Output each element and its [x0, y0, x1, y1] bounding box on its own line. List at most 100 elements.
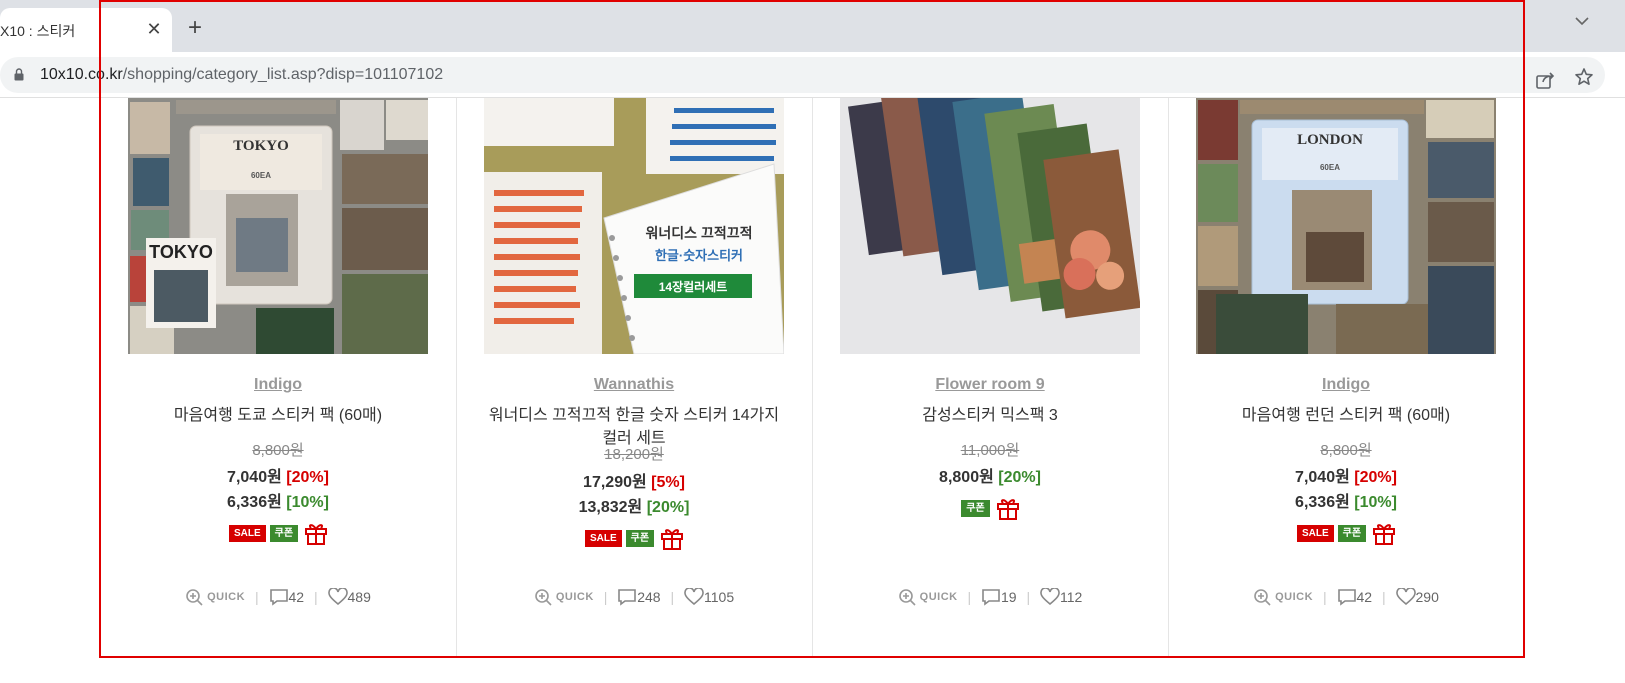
gift-icon [661, 529, 684, 550]
product-name[interactable]: 감성스티커 믹스팩 3 [840, 404, 1140, 427]
quick-view-button[interactable]: QUICK [898, 588, 958, 607]
zoom-icon [1254, 589, 1271, 607]
omnibox[interactable]: 10x10.co.kr/shopping/category_list.asp?d… [0, 57, 1605, 93]
like-count-value: 290 [1415, 589, 1439, 606]
product-name[interactable]: 마음여행 도쿄 스티커 팩 (60매) [128, 404, 428, 427]
sale-price: 7,040원 [20%] [1168, 463, 1524, 487]
product-meta: QUICK | 248 | 1105 [456, 588, 812, 607]
coupon-badge: 쿠폰 [269, 524, 299, 542]
coupon-price: 6,336원 [10%] [1168, 488, 1524, 512]
product-card: TOKYO 60EA TOKYO Indigo 마음여행 도쿄 스티커 팩 (6… [100, 98, 456, 658]
browser-tab-active[interactable]: X10 : 스티커 ✕ [0, 8, 172, 52]
like-count[interactable]: 1105 [684, 588, 734, 606]
zoom-icon [186, 589, 203, 607]
discount-rate: [20%] [1354, 469, 1397, 486]
like-count-value: 112 [1060, 589, 1083, 606]
product-name[interactable]: 마음여행 런던 스티커 팩 (60매) [1196, 404, 1496, 427]
like-count[interactable]: 112 [1040, 588, 1082, 606]
coupon-price: 6,336원 [10%] [100, 488, 456, 512]
heart-icon [684, 588, 704, 606]
product-image-count: 60EA [251, 171, 271, 180]
coupon-badge: 쿠폰 [625, 529, 655, 547]
star-icon[interactable] [1574, 67, 1594, 87]
heart-icon [327, 588, 348, 606]
sale-price: 8,800원 [20%] [812, 463, 1168, 487]
review-count[interactable]: 42 [269, 588, 305, 607]
price-amount: 6,336원 [1295, 494, 1350, 511]
discount-rate: [20%] [646, 499, 690, 516]
product-image-label: 14장컬러세트 [659, 279, 728, 294]
review-count[interactable]: 19 [981, 588, 1017, 607]
quick-view-button[interactable]: QUICK [1253, 588, 1313, 607]
product-image[interactable] [840, 98, 1140, 354]
brand-link[interactable]: Flower room 9 [812, 376, 1168, 394]
comment-icon [269, 589, 288, 607]
sale-badge: SALE [228, 524, 266, 542]
url-text[interactable]: 10x10.co.kr/shopping/category_list.asp?d… [40, 66, 443, 84]
discount-rate: [10%] [286, 494, 329, 511]
price-amount: 17,290원 [583, 474, 647, 491]
quick-view-button[interactable]: QUICK [185, 588, 246, 607]
discount-rate: [5%] [651, 474, 685, 491]
product-card: 워너디스 끄적끄적 한글·숫자스티커 14장컬러세트 Wannathis 워너디… [456, 98, 812, 658]
brand-link[interactable]: Indigo [100, 376, 456, 394]
review-count-value: 42 [288, 589, 305, 606]
comment-icon [1337, 589, 1356, 607]
comment-icon [982, 589, 1000, 607]
heart-icon [1395, 588, 1416, 606]
discount-rate: [20%] [286, 469, 329, 486]
coupon-badge: 쿠폰 [961, 499, 990, 517]
product-image[interactable]: LONDON 60EA [1196, 98, 1496, 354]
badge-row: SALE 쿠폰 [456, 525, 812, 551]
coupon-price: 13,832원 [20%] [456, 493, 812, 517]
original-price: 18,200원 [604, 446, 664, 463]
product-meta: QUICK | 42 | 489 [100, 588, 456, 607]
price-amount: 8,800원 [939, 469, 994, 486]
brand-link[interactable]: Indigo [1168, 376, 1524, 394]
quick-label: QUICK [207, 591, 246, 604]
quick-view-button[interactable]: QUICK [534, 588, 594, 607]
badge-row: 쿠폰 [812, 495, 1168, 521]
product-grid: TOKYO 60EA TOKYO Indigo 마음여행 도쿄 스티커 팩 (6… [0, 98, 1625, 683]
gift-icon [996, 499, 1019, 520]
product-image[interactable]: 워너디스 끄적끄적 한글·숫자스티커 14장컬러세트 [484, 98, 784, 354]
like-count[interactable]: 489 [327, 588, 371, 606]
gift-icon [1373, 524, 1396, 545]
review-count[interactable]: 42 [1337, 588, 1373, 607]
product-card: Flower room 9 감성스티커 믹스팩 3 11,000원 8,800원… [812, 98, 1168, 658]
product-image-title: 워너디스 끄적끄적 [646, 225, 753, 241]
product-image-label: TOKYO [149, 242, 213, 262]
like-count-value: 1105 [704, 589, 735, 606]
original-price: 11,000원 [960, 442, 1020, 459]
sale-badge: SALE [1296, 524, 1334, 542]
sale-price: 17,290원 [5%] [456, 468, 812, 492]
zoom-icon [535, 589, 552, 607]
product-image[interactable]: TOKYO 60EA TOKYO [128, 98, 428, 354]
tab-close-icon[interactable]: ✕ [144, 18, 164, 40]
like-count[interactable]: 290 [1395, 588, 1439, 606]
gift-icon [305, 524, 328, 545]
brand-link[interactable]: Wannathis [456, 376, 812, 394]
quick-label: QUICK [919, 591, 958, 604]
price-amount: 6,336원 [227, 494, 282, 511]
badge-row: SALE 쿠폰 [1168, 520, 1524, 546]
price-amount: 13,832원 [578, 499, 643, 516]
review-count[interactable]: 248 [617, 588, 661, 607]
address-bar: 10x10.co.kr/shopping/category_list.asp?d… [0, 52, 1625, 98]
discount-rate: [20%] [998, 469, 1041, 486]
share-icon[interactable] [1535, 70, 1555, 90]
review-count-value: 42 [1356, 589, 1373, 606]
product-image-title: TOKYO [233, 138, 289, 154]
lock-icon[interactable] [14, 68, 24, 81]
coupon-badge: 쿠폰 [1337, 524, 1367, 542]
product-card: LONDON 60EA Indigo 마음여행 런던 스티커 팩 (60매) 8… [1168, 98, 1524, 658]
product-meta: QUICK | 19 | 112 [812, 588, 1168, 607]
new-tab-button[interactable]: + [188, 16, 202, 40]
product-image-title: LONDON [1297, 132, 1363, 148]
discount-rate: [10%] [1354, 494, 1397, 511]
url-host: 10x10.co.kr [40, 66, 123, 83]
like-count-value: 489 [347, 589, 371, 606]
tab-title: X10 : 스티커 [0, 23, 76, 39]
zoom-icon [898, 589, 916, 607]
chevron-down-icon[interactable] [1574, 16, 1590, 26]
